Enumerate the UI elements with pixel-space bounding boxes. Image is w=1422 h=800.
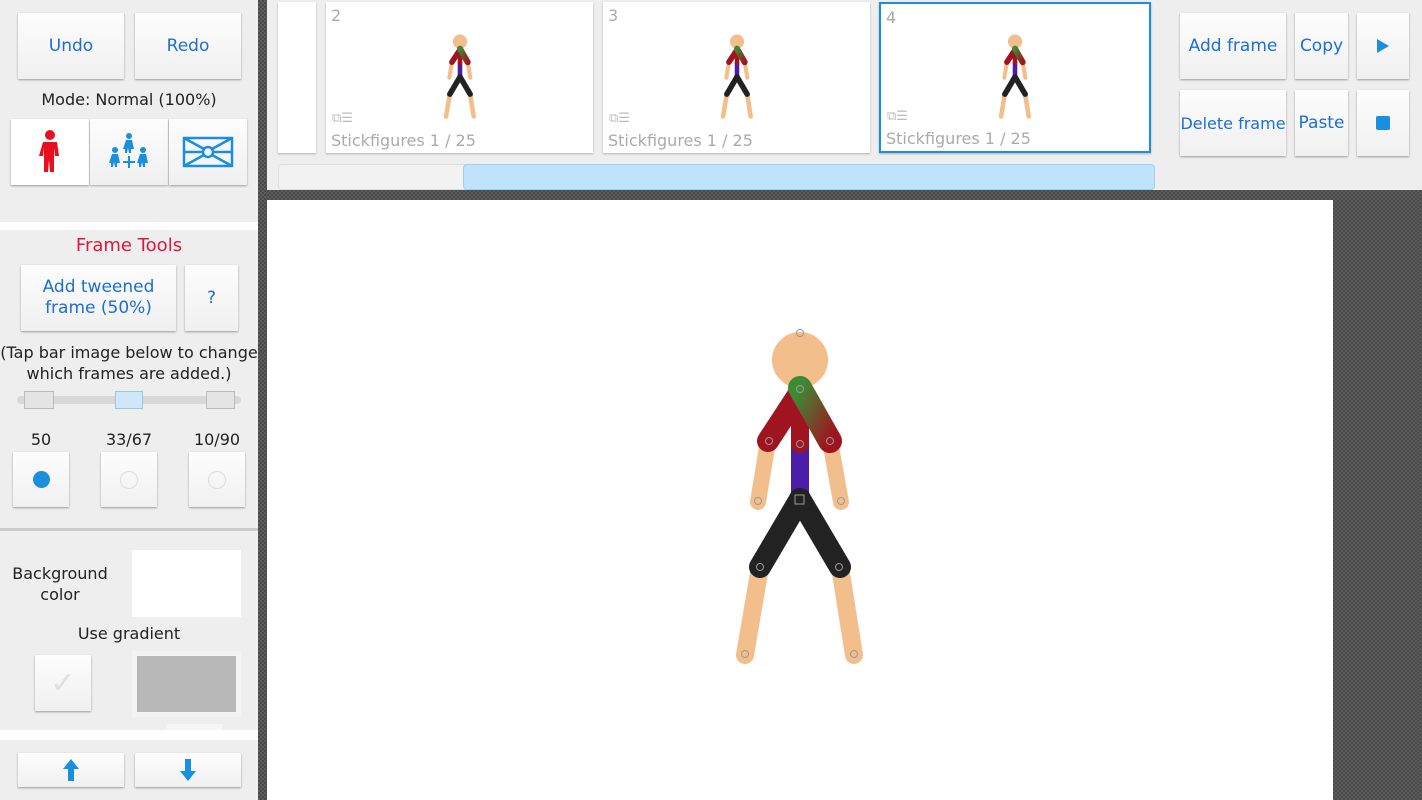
frame-strip-icon-selected xyxy=(115,391,143,409)
play-icon xyxy=(1377,39,1389,53)
onion-skin-icon: ⧉☰ xyxy=(609,111,630,126)
background-color-label: Background color xyxy=(12,564,108,604)
scrollbar-thumb[interactable] xyxy=(463,164,1155,190)
radio-empty-icon xyxy=(208,470,226,489)
tween-help-button[interactable]: ? xyxy=(185,265,238,331)
frame-number: 4 xyxy=(886,8,897,27)
radio-empty-icon xyxy=(120,470,138,489)
tween-bar-image[interactable] xyxy=(17,391,241,409)
frame-thumbnail-selected[interactable]: 4 ⧉☰ Stickfigures 1 / 25 xyxy=(879,2,1151,153)
frame-thumbnail[interactable]: 2 ⧉☰ Stickfigures 1 / 25 xyxy=(326,2,593,153)
animation-canvas[interactable] xyxy=(267,200,1333,800)
frame-preview xyxy=(712,34,762,119)
add-tweened-frame-button[interactable]: Add tweened frame (50%) xyxy=(21,265,176,331)
option-label: 10/90 xyxy=(193,430,241,449)
mode-single-button[interactable] xyxy=(11,119,89,185)
option-10-90-radio[interactable] xyxy=(189,452,245,507)
single-figure-icon xyxy=(39,130,59,172)
canvas-margin xyxy=(1333,200,1422,800)
frame-thumbnail-partial[interactable] xyxy=(278,2,316,153)
move-background-icon xyxy=(182,136,234,168)
mode-background-button[interactable] xyxy=(169,119,247,185)
play-button[interactable] xyxy=(1357,13,1409,79)
paste-button[interactable]: Paste xyxy=(1295,90,1348,156)
stop-icon xyxy=(1376,116,1390,130)
timeline-scrollbar[interactable] xyxy=(278,164,1155,190)
option-33-67-radio[interactable] xyxy=(101,452,157,507)
frame-strip-icon xyxy=(24,391,54,409)
mode-label: Mode: Normal (100%) xyxy=(41,90,217,109)
frame-caption: Stickfigures 1 / 25 xyxy=(331,131,476,150)
arrow-up-icon xyxy=(63,759,79,781)
timeline-border xyxy=(267,190,1422,200)
check-icon: ✓ xyxy=(50,665,76,701)
move-down-button[interactable] xyxy=(135,753,241,787)
option-label: 33/67 xyxy=(105,430,153,449)
stick-figure[interactable] xyxy=(267,200,1333,800)
option-50-radio[interactable] xyxy=(13,452,69,507)
arrow-down-icon xyxy=(180,759,196,781)
frame-preview xyxy=(990,34,1040,119)
frame-caption: Stickfigures 1 / 25 xyxy=(886,129,1031,148)
redo-button[interactable]: Redo xyxy=(135,13,241,79)
radio-selected-icon xyxy=(32,471,50,488)
frame-number: 3 xyxy=(608,6,619,25)
panel-border xyxy=(258,0,267,800)
mode-all-figures-button[interactable] xyxy=(90,119,168,185)
use-gradient-label: Use gradient xyxy=(77,624,181,643)
add-frame-button[interactable]: Add frame xyxy=(1180,13,1286,79)
frame-strip-icon xyxy=(206,391,235,409)
move-all-figures-icon xyxy=(109,133,148,168)
undo-button[interactable]: Undo xyxy=(18,13,124,79)
frame-tools-title: Frame Tools xyxy=(75,235,183,256)
option-label: 50 xyxy=(30,430,52,449)
copy-button[interactable]: Copy xyxy=(1295,13,1348,79)
scroll-hint xyxy=(167,724,223,730)
gradient-color-swatch[interactable] xyxy=(132,651,241,717)
tween-hint: (Tap bar image below to change which fra… xyxy=(0,343,258,383)
onion-skin-icon: ⧉☰ xyxy=(332,111,353,126)
frame-caption: Stickfigures 1 / 25 xyxy=(608,131,753,150)
move-up-button[interactable] xyxy=(18,753,124,787)
background-color-swatch[interactable] xyxy=(132,550,241,617)
stop-button[interactable] xyxy=(1357,90,1409,156)
frame-number: 2 xyxy=(331,6,342,25)
frame-thumbnail[interactable]: 3 ⧉☰ Stickfigures 1 / 25 xyxy=(603,2,870,153)
onion-skin-icon: ⧉☰ xyxy=(887,109,908,124)
use-gradient-checkbox[interactable]: ✓ xyxy=(35,655,91,711)
delete-frame-button[interactable]: Delete frame xyxy=(1180,90,1286,156)
frame-preview xyxy=(435,34,485,119)
